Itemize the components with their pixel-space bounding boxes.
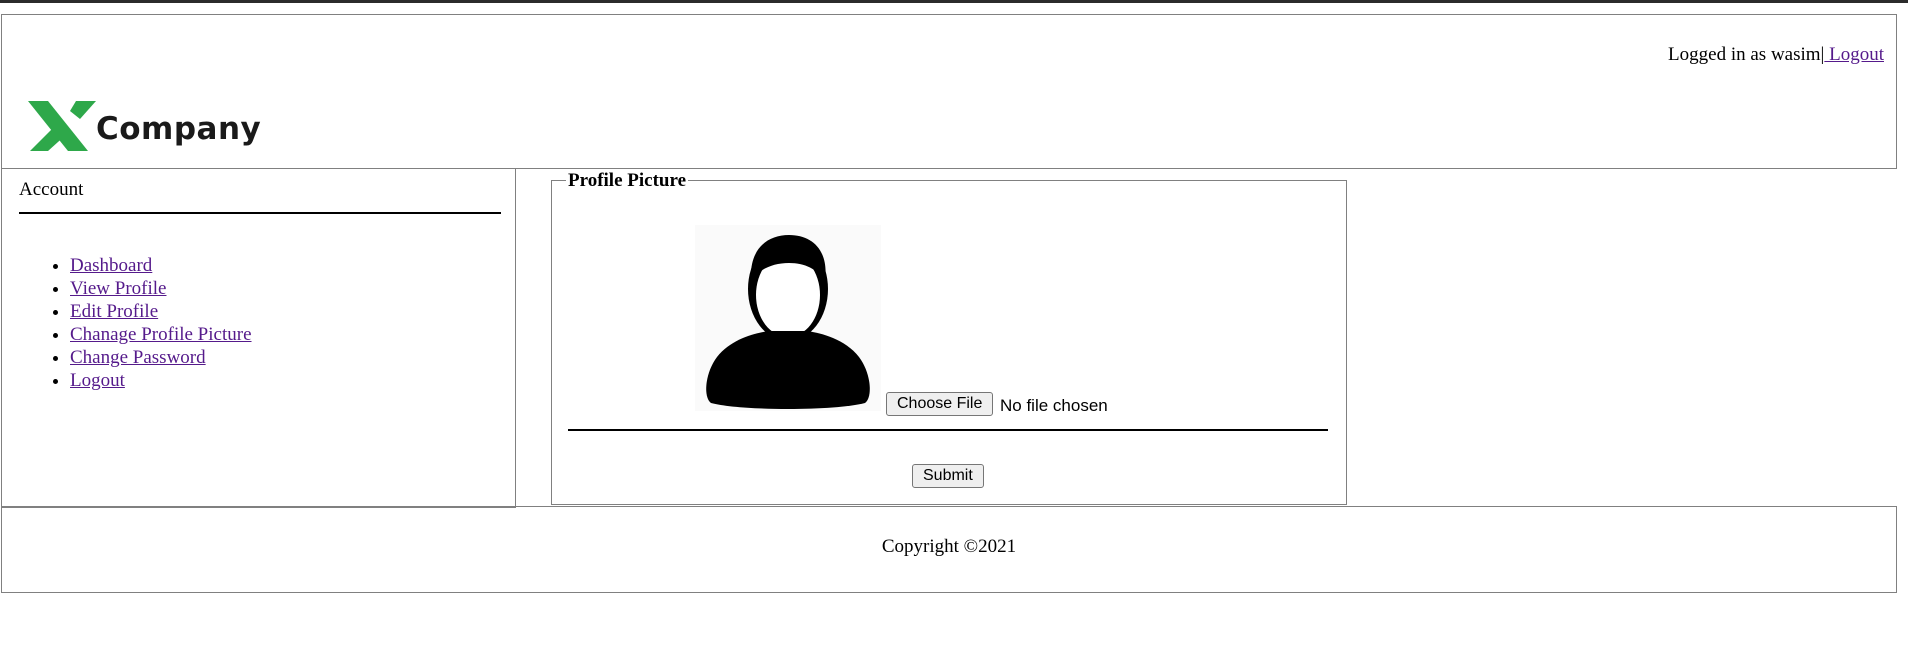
sidebar-item-view-profile: View Profile [70,277,252,300]
file-status-text: No file chosen [1000,396,1108,415]
login-status: Logged in as wasim| Logout [1668,44,1884,66]
form-divider [568,429,1328,431]
sidebar-item-logout: Logout [70,369,252,392]
company-logo[interactable]: Company [28,93,268,159]
copyright-text: Copyright ©2021 [881,536,1017,557]
submit-button[interactable]: Submit [912,464,984,488]
sidebar-menu: Dashboard View Profile Edit Profile Chan… [22,254,252,392]
dashboard-link[interactable]: Dashboard [70,255,152,276]
edit-profile-link[interactable]: Edit Profile [70,301,158,322]
choose-file-button[interactable]: Choose File [886,392,994,416]
page-header: Company Logged in as wasim| Logout [1,14,1897,169]
sidebar-title: Account [19,179,84,200]
user-avatar-icon [695,225,881,411]
view-profile-link[interactable]: View Profile [70,278,166,299]
sidebar-item-dashboard: Dashboard [70,254,252,277]
sidebar-item-change-password: Change Password [70,346,252,369]
x-logo-icon [28,101,96,151]
fieldset-legend: Profile Picture [566,170,688,192]
sidebar-logout-link[interactable]: Logout [70,370,125,391]
change-profile-picture-link[interactable]: Chanage Profile Picture [70,324,252,345]
change-password-link[interactable]: Change Password [70,347,206,368]
profile-picture-fieldset: Profile Picture Choose File No file chos… [551,170,1347,505]
logo-text: Company [96,111,262,147]
page-footer: Copyright ©2021 [1,506,1897,593]
sidebar-item-change-picture: Chanage Profile Picture [70,323,252,346]
logged-in-text: Logged in as wasim| [1668,44,1825,65]
window-top-border [0,0,1908,3]
sidebar-divider [19,212,501,214]
sidebar-item-edit-profile: Edit Profile [70,300,252,323]
header-logout-link[interactable]: Logout [1824,44,1884,65]
account-sidebar: Account Dashboard View Profile Edit Prof… [1,168,516,508]
